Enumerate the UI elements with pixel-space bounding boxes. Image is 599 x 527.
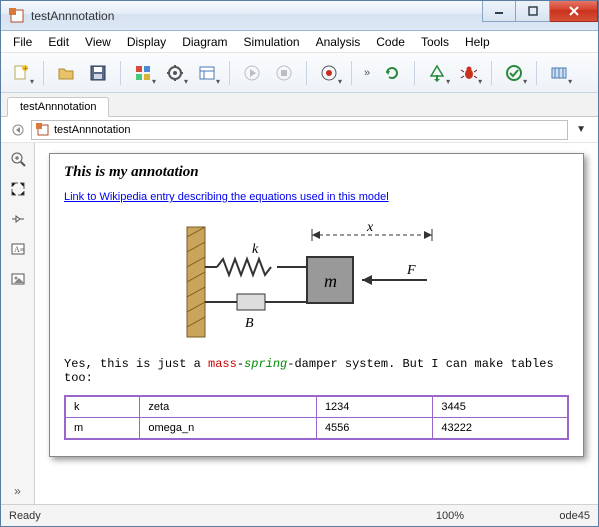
menu-analysis[interactable]: Analysis xyxy=(308,33,369,51)
left-palette: A≡ » xyxy=(1,143,35,504)
breadcrumb-row: testAnnnotation ▼ xyxy=(1,117,598,143)
svg-text:+: + xyxy=(23,64,28,73)
diagram-label-b: B xyxy=(245,316,254,331)
statusbar: Ready 100% ode45 xyxy=(1,504,598,526)
library-browser-button[interactable] xyxy=(129,59,157,87)
update-diagram-button[interactable] xyxy=(378,59,406,87)
model-canvas[interactable]: This is my annotation Link to Wikipedia … xyxy=(35,143,598,504)
menubar: File Edit View Display Diagram Simulatio… xyxy=(1,31,598,53)
breadcrumb-dropdown-icon[interactable]: ▼ xyxy=(572,124,590,135)
diagram-image: k B m F xyxy=(64,217,569,347)
annotation-body: Yes, this is just a mass-spring-damper s… xyxy=(64,357,569,385)
model-explorer-button[interactable] xyxy=(193,59,221,87)
annotation-table: k zeta 1234 3445 m omega_n 4556 43222 xyxy=(64,395,569,440)
toolbar-overflow-icon[interactable]: » xyxy=(360,67,374,79)
menu-help[interactable]: Help xyxy=(457,33,498,51)
run-button[interactable] xyxy=(238,59,266,87)
status-text: Ready xyxy=(9,510,390,522)
minimize-button[interactable] xyxy=(482,1,516,22)
stop-button[interactable] xyxy=(270,59,298,87)
open-button[interactable] xyxy=(52,59,80,87)
annotation-block[interactable]: This is my annotation Link to Wikipedia … xyxy=(49,153,584,457)
menu-tools[interactable]: Tools xyxy=(413,33,457,51)
annotation-tool-icon[interactable]: A≡ xyxy=(8,239,28,259)
table-row: k zeta 1234 3445 xyxy=(65,396,568,418)
normal-view-icon[interactable] xyxy=(8,209,28,229)
menu-code[interactable]: Code xyxy=(368,33,413,51)
menu-display[interactable]: Display xyxy=(119,33,174,51)
diagram-label-m: m xyxy=(324,271,337,291)
model-icon xyxy=(36,123,50,137)
close-button[interactable] xyxy=(550,1,598,22)
build-button[interactable] xyxy=(423,59,451,87)
diagram-label-x: x xyxy=(366,220,374,235)
image-tool-icon[interactable] xyxy=(8,269,28,289)
expand-palette-icon[interactable]: » xyxy=(14,484,21,498)
status-zoom[interactable]: 100% xyxy=(390,510,510,522)
fit-to-view-icon[interactable] xyxy=(8,179,28,199)
nav-back-button[interactable] xyxy=(9,121,27,139)
breadcrumb-text: testAnnnotation xyxy=(54,124,130,136)
menu-file[interactable]: File xyxy=(5,33,40,51)
svg-text:A≡: A≡ xyxy=(14,245,25,254)
record-button[interactable] xyxy=(315,59,343,87)
app-icon xyxy=(9,8,25,24)
zoom-in-icon[interactable] xyxy=(8,149,28,169)
menu-edit[interactable]: Edit xyxy=(40,33,77,51)
model-advisor-button[interactable] xyxy=(500,59,528,87)
menu-diagram[interactable]: Diagram xyxy=(174,33,235,51)
menu-view[interactable]: View xyxy=(77,33,119,51)
menu-simulation[interactable]: Simulation xyxy=(236,33,308,51)
titlebar: testAnnnotation xyxy=(1,1,598,31)
more-options-button[interactable] xyxy=(545,59,573,87)
toolbar: + » xyxy=(1,53,598,93)
diagram-label-f: F xyxy=(406,263,416,278)
tab-model[interactable]: testAnnnotation xyxy=(7,97,109,117)
model-config-button[interactable] xyxy=(161,59,189,87)
breadcrumb-field[interactable]: testAnnnotation xyxy=(31,120,568,140)
new-model-button[interactable]: + xyxy=(7,59,35,87)
tabbar: testAnnnotation xyxy=(1,93,598,117)
annotation-title: This is my annotation xyxy=(64,164,569,181)
save-button[interactable] xyxy=(84,59,112,87)
annotation-link[interactable]: Link to Wikipedia entry describing the e… xyxy=(64,191,389,203)
diagram-label-k: k xyxy=(252,242,259,257)
table-row: m omega_n 4556 43222 xyxy=(65,418,568,440)
debug-button[interactable] xyxy=(455,59,483,87)
maximize-button[interactable] xyxy=(516,1,550,22)
status-solver[interactable]: ode45 xyxy=(510,510,590,522)
window-title: testAnnnotation xyxy=(31,9,482,23)
